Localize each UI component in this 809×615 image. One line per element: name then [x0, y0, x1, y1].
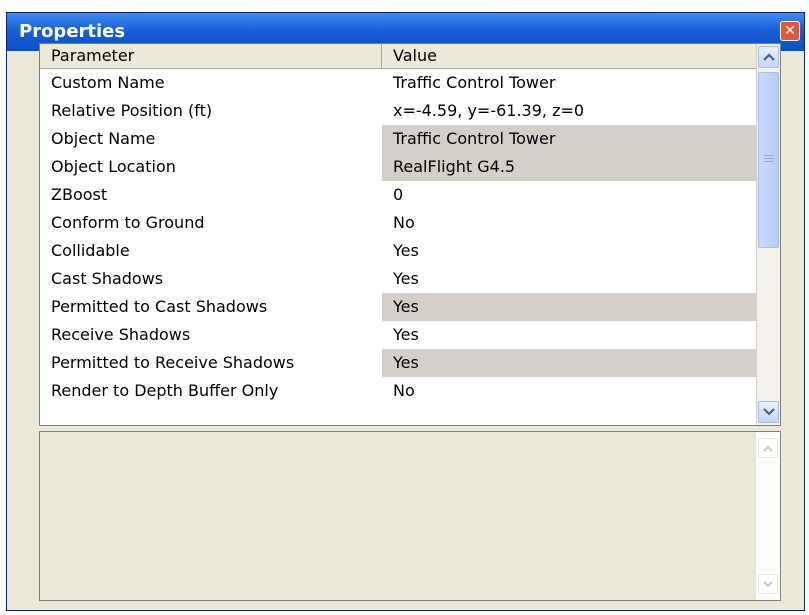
description-scrollbar[interactable] — [755, 432, 780, 600]
value-cell[interactable]: Yes — [382, 265, 757, 293]
properties-window: Properties ✕ Parameter Value Custom Name… — [6, 12, 805, 611]
parameter-cell: Collidable — [51, 241, 130, 260]
grid-header: Parameter Value — [40, 44, 757, 69]
property-grid: Parameter Value Custom Name Traffic Contr… — [39, 43, 781, 426]
close-button[interactable]: ✕ — [780, 21, 800, 41]
value-cell[interactable]: No — [382, 209, 757, 237]
description-scroll-down-button[interactable] — [758, 574, 778, 594]
parameter-cell: Cast Shadows — [51, 269, 164, 288]
parameter-cell: Render to Depth Buffer Only — [51, 381, 279, 400]
scroll-down-button[interactable] — [758, 401, 779, 423]
table-row[interactable]: Relative Position (ft) x=-4.59, y=-61.39,… — [40, 97, 757, 125]
parameter-cell: Conform to Ground — [51, 213, 205, 232]
table-row[interactable]: Object Location RealFlight G4.5 — [40, 153, 757, 181]
grid-scrollbar[interactable] — [756, 44, 780, 425]
value-cell: Traffic Control Tower — [382, 125, 757, 153]
table-row[interactable]: Permitted to Receive Shadows Yes — [40, 349, 757, 377]
chevron-up-icon — [763, 445, 773, 452]
value-cell[interactable]: No — [382, 377, 757, 405]
scroll-up-button[interactable] — [758, 46, 779, 68]
thumb-grip — [764, 158, 774, 159]
table-row[interactable]: Object Name Traffic Control Tower — [40, 125, 757, 153]
parameter-cell: Object Location — [51, 157, 176, 176]
column-header-parameter[interactable]: Parameter — [40, 44, 382, 68]
value-cell: RealFlight G4.5 — [382, 153, 757, 181]
table-row[interactable]: Collidable Yes — [40, 237, 757, 265]
parameter-cell: Object Name — [51, 129, 156, 148]
parameter-cell: ZBoost — [51, 185, 108, 204]
value-cell[interactable]: Yes — [382, 237, 757, 265]
parameter-cell: Permitted to Receive Shadows — [51, 353, 295, 372]
close-icon: ✕ — [784, 23, 796, 39]
window-title: Properties — [19, 21, 126, 42]
value-cell[interactable]: Traffic Control Tower — [382, 69, 757, 97]
column-header-value[interactable]: Value — [382, 44, 757, 68]
table-row[interactable]: ZBoost 0 — [40, 181, 757, 209]
value-cell[interactable]: x=-4.59, y=-61.39, z=0 — [382, 97, 757, 125]
chevron-down-icon — [762, 408, 775, 416]
parameter-cell: Permitted to Cast Shadows — [51, 297, 268, 316]
parameter-cell: Custom Name — [51, 73, 165, 92]
table-row[interactable]: Render to Depth Buffer Only No — [40, 377, 757, 405]
table-row[interactable]: Custom Name Traffic Control Tower — [40, 69, 757, 97]
chevron-up-icon — [762, 53, 775, 61]
chevron-down-icon — [763, 580, 773, 587]
parameter-cell: Relative Position (ft) — [51, 101, 213, 120]
grid-rows: Custom Name Traffic Control Tower Relative… — [40, 69, 757, 426]
description-scroll-up-button[interactable] — [758, 438, 778, 458]
table-row[interactable]: Conform to Ground No — [40, 209, 757, 237]
parameter-cell: Receive Shadows — [51, 325, 191, 344]
scroll-thumb[interactable] — [758, 72, 779, 248]
table-row[interactable]: Receive Shadows Yes — [40, 321, 757, 349]
description-text[interactable] — [40, 432, 755, 600]
table-row[interactable]: Permitted to Cast Shadows Yes — [40, 293, 757, 321]
description-panel — [39, 431, 781, 601]
value-cell: Yes — [382, 293, 757, 321]
value-cell[interactable]: 0 — [382, 181, 757, 209]
table-row[interactable]: Cast Shadows Yes — [40, 265, 757, 293]
value-cell[interactable]: Yes — [382, 321, 757, 349]
thumb-grip — [764, 155, 774, 156]
value-cell: Yes — [382, 349, 757, 377]
thumb-grip — [764, 161, 774, 162]
